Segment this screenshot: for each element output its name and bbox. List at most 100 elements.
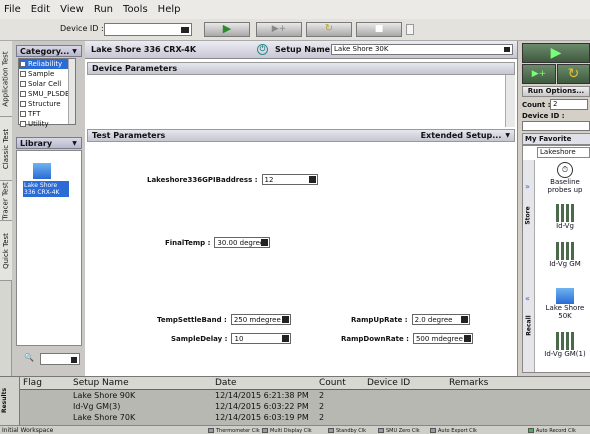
device-id-field[interactable] bbox=[522, 121, 590, 131]
device-parameters-scrollbar[interactable] bbox=[505, 75, 515, 127]
col-header-setup-name[interactable]: Setup Name bbox=[70, 377, 212, 390]
status-auto-export[interactable]: Auto Export Clk bbox=[430, 427, 477, 434]
library-item[interactable]: Lake Shore 336 CRX-4K bbox=[23, 181, 69, 197]
menu-run[interactable]: Run bbox=[94, 4, 113, 15]
table-row[interactable]: Lake Shore 90K 12/14/2015 6:21:38 PM 2 bbox=[20, 391, 590, 402]
spin-icon[interactable] bbox=[282, 335, 290, 342]
repeat-button[interactable]: ↻ bbox=[306, 22, 352, 37]
repeat-run-button[interactable]: ↻ bbox=[557, 64, 590, 84]
col-header-device-id[interactable]: Device ID bbox=[364, 377, 446, 390]
checkbox-icon[interactable] bbox=[20, 101, 26, 107]
menu-edit[interactable]: Edit bbox=[31, 4, 50, 15]
category-item-utility[interactable]: Utility bbox=[19, 119, 75, 129]
search-icon[interactable]: 🔍 bbox=[24, 353, 36, 365]
sample-delay-field: SampleDelay : 10 bbox=[171, 333, 292, 344]
category-item-structure[interactable]: Structure bbox=[19, 99, 75, 109]
setup-name-input[interactable]: Lake Shore 30K bbox=[331, 44, 513, 55]
append-run-button[interactable]: ▶+ bbox=[256, 22, 302, 37]
table-row[interactable]: Id-Vg GM(3) 12/14/2015 6:03:22 PM 2 bbox=[20, 402, 590, 413]
category-item-tft[interactable]: TFT bbox=[19, 109, 75, 119]
checkbox-icon[interactable] bbox=[20, 81, 26, 87]
spin-icon[interactable] bbox=[463, 335, 471, 342]
store-arrow-icon[interactable]: » bbox=[525, 182, 530, 191]
ramp-down-rate-input[interactable]: 500 mdegree bbox=[412, 333, 473, 344]
library-search-input[interactable] bbox=[40, 353, 80, 365]
setup-name-dropdown-icon[interactable] bbox=[504, 47, 510, 52]
library-search-dropdown-icon[interactable] bbox=[71, 357, 77, 363]
lakeshore-icon[interactable] bbox=[33, 163, 51, 179]
col-header-flag[interactable]: Flag bbox=[20, 377, 70, 390]
extended-setup-button[interactable]: Extended Setup... ▼ bbox=[421, 131, 510, 140]
device-id-input[interactable] bbox=[104, 23, 192, 36]
spin-icon[interactable] bbox=[460, 316, 468, 323]
test-parameters-header: Test Parameters Extended Setup... ▼ bbox=[87, 129, 515, 142]
category-scrollbar[interactable] bbox=[68, 59, 75, 124]
category-header[interactable]: Category... ▼ bbox=[16, 45, 82, 57]
temp-settle-band-input[interactable]: 250 mdegree bbox=[230, 314, 291, 325]
run-options-button[interactable]: Run Options... bbox=[522, 86, 590, 97]
checkbox-icon[interactable] bbox=[20, 61, 26, 67]
checkbox-icon[interactable] bbox=[20, 71, 26, 77]
device-id-dropdown-icon[interactable] bbox=[181, 27, 189, 33]
gpib-address-field: Lakeshore336GPIBaddress : 12 bbox=[147, 174, 318, 185]
menu-file[interactable]: File bbox=[4, 4, 21, 15]
favorites-panel: Lakeshore » Store « Recall ⏱ Baseline pr… bbox=[522, 145, 590, 373]
favorite-item[interactable]: Id-Vg GM(1) bbox=[539, 332, 590, 358]
favorite-item[interactable]: Id-Vg GM bbox=[539, 242, 590, 268]
category-item-solar-cell[interactable]: Solar Cell bbox=[19, 79, 75, 89]
spin-icon[interactable] bbox=[308, 176, 316, 183]
ramp-down-rate-field: RampDownRate : 500 mdegree bbox=[341, 333, 473, 344]
tab-quick-test[interactable]: Quick Test bbox=[0, 221, 12, 281]
category-item-sample[interactable]: Sample bbox=[19, 69, 75, 79]
results-side-tab[interactable]: Results bbox=[0, 377, 20, 426]
status-smu-zero[interactable]: SMU Zero Clk bbox=[378, 427, 420, 434]
document-icon[interactable] bbox=[406, 24, 414, 35]
append-button[interactable]: ▶+ bbox=[522, 64, 556, 84]
checkbox-icon[interactable] bbox=[20, 111, 26, 117]
col-header-remarks[interactable]: Remarks bbox=[446, 377, 590, 390]
status-toggle-icon bbox=[328, 428, 334, 433]
checkbox-icon[interactable] bbox=[20, 91, 26, 97]
vertical-tabs: Application Test Classic Test Tracer Tes… bbox=[0, 41, 12, 376]
favorite-item[interactable]: Lake Shore 50K bbox=[539, 288, 590, 320]
spin-icon[interactable] bbox=[281, 316, 289, 323]
gpib-address-input[interactable]: 12 bbox=[261, 174, 318, 185]
library-header[interactable]: Library ▼ bbox=[16, 137, 82, 149]
category-item-smu[interactable]: SMU_PLSDE bbox=[19, 89, 75, 99]
menu-help[interactable]: Help bbox=[158, 4, 181, 15]
favorite-item[interactable]: Id-Vg bbox=[539, 204, 590, 230]
right-panel: ▶ ▶+ ↻ Run Options... Count : 2 Device I… bbox=[517, 41, 590, 376]
chevron-down-icon: ▼ bbox=[72, 47, 77, 55]
favorite-search-input[interactable]: Lakeshore bbox=[537, 147, 590, 158]
table-row[interactable]: Lake Shore 70K 12/14/2015 6:03:19 PM 2 bbox=[20, 413, 590, 424]
run-single-button[interactable]: ▶ bbox=[522, 43, 590, 63]
count-input[interactable]: 2 bbox=[550, 99, 588, 110]
run-button[interactable]: ▶ bbox=[204, 22, 250, 37]
tab-tracer-test[interactable]: Tracer Test bbox=[0, 181, 12, 221]
power-icon[interactable]: ⏻ bbox=[257, 44, 268, 55]
status-standby[interactable]: Standby Clk bbox=[328, 427, 366, 434]
final-temp-input[interactable]: 30.00 degree bbox=[214, 237, 271, 248]
status-auto-record[interactable]: Auto Record Clk bbox=[528, 427, 576, 434]
col-header-date[interactable]: Date bbox=[212, 377, 316, 390]
final-temp-field: FinalTemp : 30.00 degree bbox=[165, 237, 271, 248]
status-thermometer[interactable]: Thermometer Clk bbox=[208, 427, 260, 434]
stop-button[interactable]: ■ bbox=[356, 22, 402, 37]
col-header-count[interactable]: Count bbox=[316, 377, 364, 390]
store-label[interactable]: Store bbox=[525, 206, 532, 224]
checkbox-icon[interactable] bbox=[20, 121, 26, 127]
menu-tools[interactable]: Tools bbox=[123, 4, 148, 15]
category-item-reliability[interactable]: Reliability bbox=[19, 59, 75, 69]
menu-view[interactable]: View bbox=[60, 4, 84, 15]
ramp-up-rate-input[interactable]: 2.0 degree bbox=[411, 314, 470, 325]
clock-icon: ⏱ bbox=[557, 162, 573, 178]
recall-label[interactable]: Recall bbox=[526, 315, 533, 335]
recall-arrow-icon[interactable]: « bbox=[525, 294, 530, 303]
tab-classic-test[interactable]: Classic Test bbox=[0, 117, 12, 181]
spin-icon[interactable] bbox=[261, 239, 269, 246]
sample-delay-input[interactable]: 10 bbox=[231, 333, 292, 344]
stop-icon: ■ bbox=[374, 24, 384, 34]
status-multi-display[interactable]: Multi Display Clk bbox=[262, 427, 312, 434]
tab-application-test[interactable]: Application Test bbox=[0, 41, 12, 117]
favorite-item[interactable]: ⏱ Baseline probes up bbox=[539, 162, 590, 194]
